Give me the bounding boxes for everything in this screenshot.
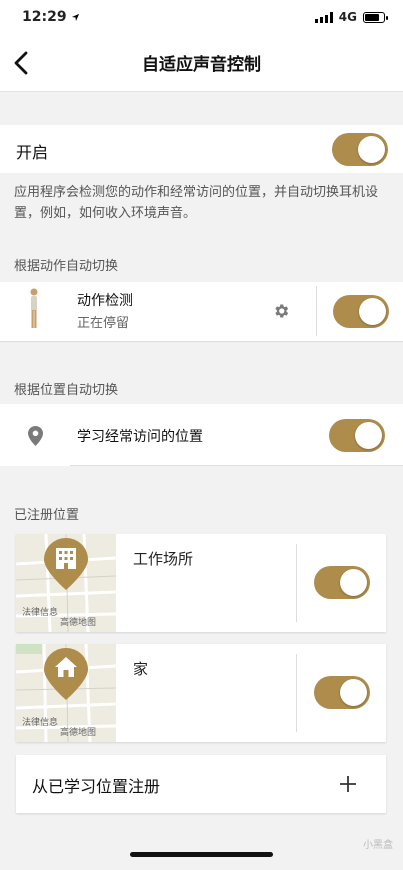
place-name-work: 工作场所 [133, 550, 194, 568]
motion-detection-toggle[interactable] [333, 295, 389, 328]
feature-description: 应用程序会检测您的动作和经常访问的位置，并自动切换耳机设置，例如，如何收入环境声… [14, 185, 379, 221]
map-legal-info[interactable]: 法律信息 [22, 605, 58, 618]
place-name-home: 家 [133, 660, 149, 678]
map-thumbnail: 法律信息 高德地图 [16, 644, 116, 742]
motion-detection-status: 正在停留 [77, 316, 130, 331]
plus-icon [340, 776, 356, 792]
back-chevron-icon[interactable] [10, 50, 34, 76]
signal-icon [314, 11, 333, 23]
enable-toggle[interactable] [332, 133, 388, 166]
building-icon [44, 538, 88, 590]
registered-place-card-home[interactable]: 法律信息 高德地图 家 [16, 644, 386, 742]
map-source-label: 高德地图 [60, 728, 97, 738]
registered-section-header: 已注册位置 [14, 508, 80, 523]
enable-row: 开启 [0, 125, 403, 173]
map-legal-info[interactable]: 法律信息 [22, 715, 58, 728]
place-toggle-work[interactable] [314, 566, 370, 599]
place-divider [296, 544, 297, 622]
registered-place-card-work[interactable]: 法律信息 高德地图 工作场所 [16, 534, 386, 632]
location-arrow-icon [71, 13, 79, 21]
location-section-header: 根据位置自动切换 [14, 383, 119, 398]
register-from-learned-button[interactable]: 从已学习位置注册 [16, 755, 386, 813]
register-from-learned-label: 从已学习位置注册 [32, 777, 161, 796]
motion-detection-row: 动作检测 正在停留 [0, 282, 403, 342]
map-thumbnail: 法律信息 高德地图 [16, 534, 116, 632]
status-time: 12:29 [22, 9, 67, 25]
standing-person-icon [30, 288, 38, 328]
enable-label: 开启 [16, 143, 49, 162]
gear-icon[interactable] [272, 302, 290, 320]
nav-bar: 自适应声音控制 [0, 34, 403, 92]
motion-section-header: 根据动作自动切换 [14, 259, 119, 274]
home-indicator[interactable] [130, 852, 273, 857]
watermark-text: 小黑盒 [363, 840, 393, 851]
status-bar: 12:29 4G [0, 0, 403, 34]
learn-locations-underline [70, 465, 403, 466]
map-source-label: 高德地图 [60, 618, 97, 628]
home-icon [44, 648, 88, 700]
network-label: 4G [338, 10, 357, 24]
learn-locations-toggle[interactable] [329, 419, 385, 452]
learn-locations-row: 学习经常访问的位置 [0, 404, 403, 466]
learn-locations-label: 学习经常访问的位置 [77, 429, 203, 445]
battery-icon [363, 11, 388, 23]
motion-detection-title: 动作检测 [77, 293, 133, 309]
location-pin-icon [28, 426, 43, 446]
place-toggle-home[interactable] [314, 676, 370, 709]
page-title: 自适应声音控制 [142, 55, 261, 75]
motion-divider [316, 286, 317, 336]
place-divider [296, 654, 297, 732]
